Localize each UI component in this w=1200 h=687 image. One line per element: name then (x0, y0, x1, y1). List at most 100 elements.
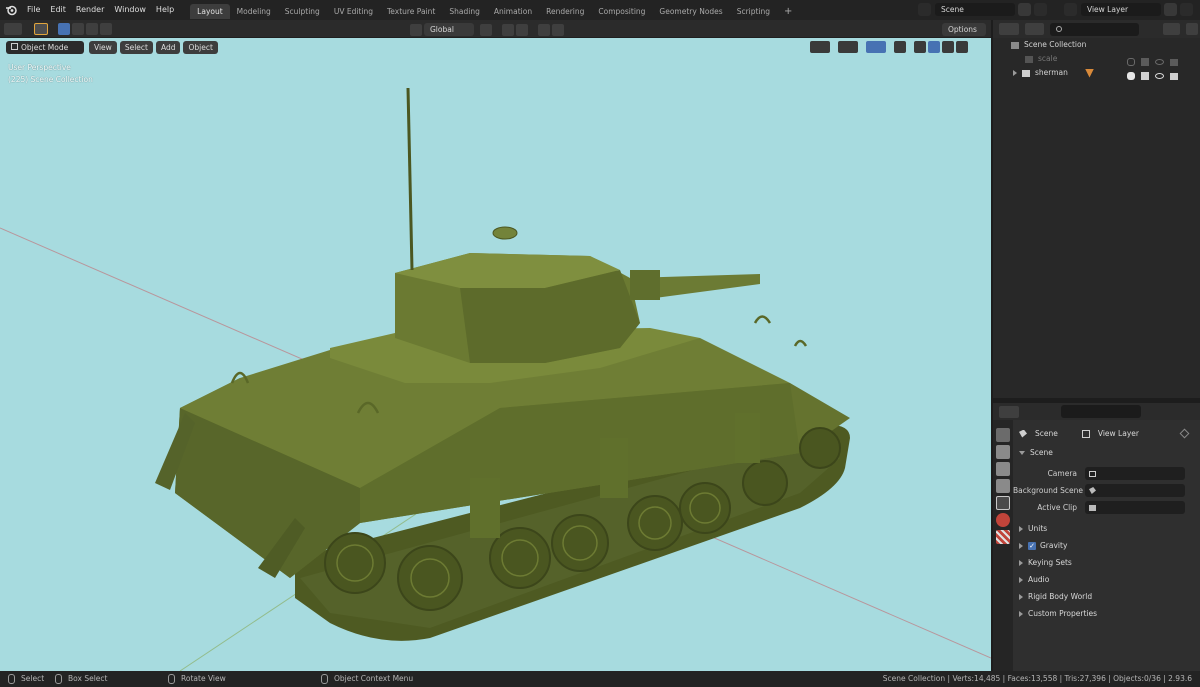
scene-name-field[interactable]: Scene (935, 3, 1015, 16)
snap-icon[interactable] (502, 23, 514, 36)
menu-add[interactable]: Add (155, 41, 181, 54)
delete-scene-icon[interactable] (1034, 3, 1047, 16)
orientation-icon[interactable] (410, 23, 422, 36)
outliner-editor-icon[interactable] (999, 23, 1019, 35)
options-dropdown[interactable]: Options (942, 23, 986, 36)
scene-icon[interactable] (918, 3, 931, 16)
select-new-icon[interactable] (58, 23, 70, 35)
camera-icon[interactable] (1170, 58, 1178, 66)
panel-rigid-body-world[interactable]: Rigid Body World (1013, 588, 1200, 605)
display-mode-icon[interactable] (1024, 23, 1045, 35)
tool-tab-icon[interactable] (996, 428, 1010, 442)
panel-gravity[interactable]: ✓ Gravity (1013, 537, 1200, 554)
menu-select[interactable]: Select (119, 41, 153, 54)
mode-dropdown[interactable]: Object Mode (6, 41, 84, 54)
menu-view[interactable]: View (89, 41, 117, 54)
render-tab-icon[interactable] (996, 445, 1010, 459)
menu-file[interactable]: File (22, 0, 45, 20)
select-tool-icon[interactable] (34, 23, 48, 35)
gravity-checkbox[interactable]: ✓ (1028, 541, 1036, 550)
outliner-search-input[interactable] (1050, 22, 1139, 36)
select-icon[interactable] (1141, 72, 1149, 80)
panel-keying-sets[interactable]: Keying Sets (1013, 554, 1200, 571)
tab-geometry-nodes[interactable]: Geometry Nodes (652, 4, 729, 19)
eye-icon[interactable] (1155, 73, 1164, 79)
status-context-menu: Object Context Menu (334, 674, 414, 683)
gizmo-icon[interactable] (838, 41, 858, 53)
outliner-row-scene-collection[interactable]: Scene Collection (993, 38, 1200, 52)
collapse-icon (1019, 450, 1025, 455)
tab-scripting[interactable]: Scripting (730, 4, 777, 19)
tab-rendering[interactable]: Rendering (539, 4, 591, 19)
rendered-shading-icon[interactable] (956, 41, 968, 53)
overlay-icon[interactable] (866, 41, 886, 53)
menu-help[interactable]: Help (151, 0, 179, 20)
xray-icon[interactable] (894, 41, 906, 53)
tab-texture-paint[interactable]: Texture Paint (380, 4, 442, 19)
eye-icon[interactable] (1155, 59, 1164, 65)
menu-window[interactable]: Window (109, 0, 151, 20)
view-layer-icon[interactable] (1064, 3, 1077, 16)
properties-editor-icon[interactable] (999, 405, 1019, 418)
background-scene-field[interactable] (1085, 484, 1185, 497)
falloff-icon[interactable] (552, 23, 564, 36)
select-icon[interactable] (1141, 58, 1149, 66)
select-subtract-icon[interactable] (86, 23, 98, 35)
output-tab-icon[interactable] (996, 462, 1010, 476)
snap-target-icon[interactable] (516, 23, 528, 36)
camera-field[interactable] (1085, 467, 1185, 480)
panel-custom-properties[interactable]: Custom Properties (1013, 605, 1200, 622)
background-scene-label: Background Scene (1013, 486, 1083, 495)
menu-edit[interactable]: Edit (45, 0, 71, 20)
camera-icon[interactable] (1170, 72, 1178, 80)
editor-type-icon[interactable] (4, 23, 22, 35)
select-extend-icon[interactable] (72, 23, 84, 35)
menu-render[interactable]: Render (71, 0, 109, 20)
properties-search-input[interactable] (1061, 405, 1141, 418)
camera-row: Camera (1013, 465, 1200, 482)
panel-audio[interactable]: Audio (1013, 571, 1200, 588)
view-layer-field[interactable]: View Layer (1081, 3, 1161, 16)
breadcrumb-view-layer[interactable]: View Layer (1098, 425, 1139, 442)
menu-object[interactable]: Object (183, 41, 218, 54)
3d-viewport[interactable]: User Perspective (225) Scene Collection … (0, 38, 991, 671)
tab-uv-editing[interactable]: UV Editing (327, 4, 380, 19)
material-shading-icon[interactable] (942, 41, 954, 53)
delete-view-layer-icon[interactable] (1180, 3, 1193, 16)
filter-icon[interactable] (1162, 23, 1181, 35)
solid-shading-icon[interactable] (928, 41, 940, 53)
texture-tab-icon[interactable] (996, 530, 1010, 544)
panel-units[interactable]: Units (1013, 520, 1200, 537)
breadcrumb-scene[interactable]: Scene (1035, 425, 1058, 442)
exclude-checkbox[interactable] (1127, 58, 1135, 66)
exclude-checkbox[interactable] (1127, 72, 1135, 80)
new-collection-icon[interactable] (1186, 23, 1198, 35)
add-workspace-button[interactable]: + (777, 4, 799, 19)
tab-shading[interactable]: Shading (442, 4, 486, 19)
select-invert-icon[interactable] (100, 23, 112, 35)
tab-animation[interactable]: Animation (487, 4, 539, 19)
tab-compositing[interactable]: Compositing (591, 4, 652, 19)
tank-model (155, 87, 850, 641)
transform-orientation-dropdown[interactable]: Global (424, 23, 474, 36)
active-clip-field[interactable] (1085, 501, 1185, 514)
pivot-icon[interactable] (480, 23, 492, 36)
tab-layout[interactable]: Layout (190, 3, 230, 19)
new-scene-icon[interactable] (1018, 3, 1031, 16)
scene-tab-icon[interactable] (996, 496, 1010, 510)
mode-label: Object Mode (21, 43, 69, 52)
expand-icon (1019, 576, 1023, 583)
tab-modeling[interactable]: Modeling (230, 4, 278, 19)
wireframe-shading-icon[interactable] (914, 41, 926, 53)
blender-logo-icon[interactable] (0, 0, 22, 20)
visibility-icon[interactable] (810, 41, 830, 53)
section-scene[interactable]: Scene (1013, 444, 1200, 461)
expand-icon[interactable] (1013, 70, 1017, 76)
pin-icon[interactable] (1179, 428, 1190, 439)
tab-sculpting[interactable]: Sculpting (278, 4, 327, 19)
view-layer-tab-icon[interactable] (996, 479, 1010, 493)
world-tab-icon[interactable] (996, 513, 1010, 527)
new-view-layer-icon[interactable] (1164, 3, 1177, 16)
proportional-edit-icon[interactable] (538, 23, 550, 36)
properties-breadcrumb: Scene View Layer (1013, 425, 1200, 442)
